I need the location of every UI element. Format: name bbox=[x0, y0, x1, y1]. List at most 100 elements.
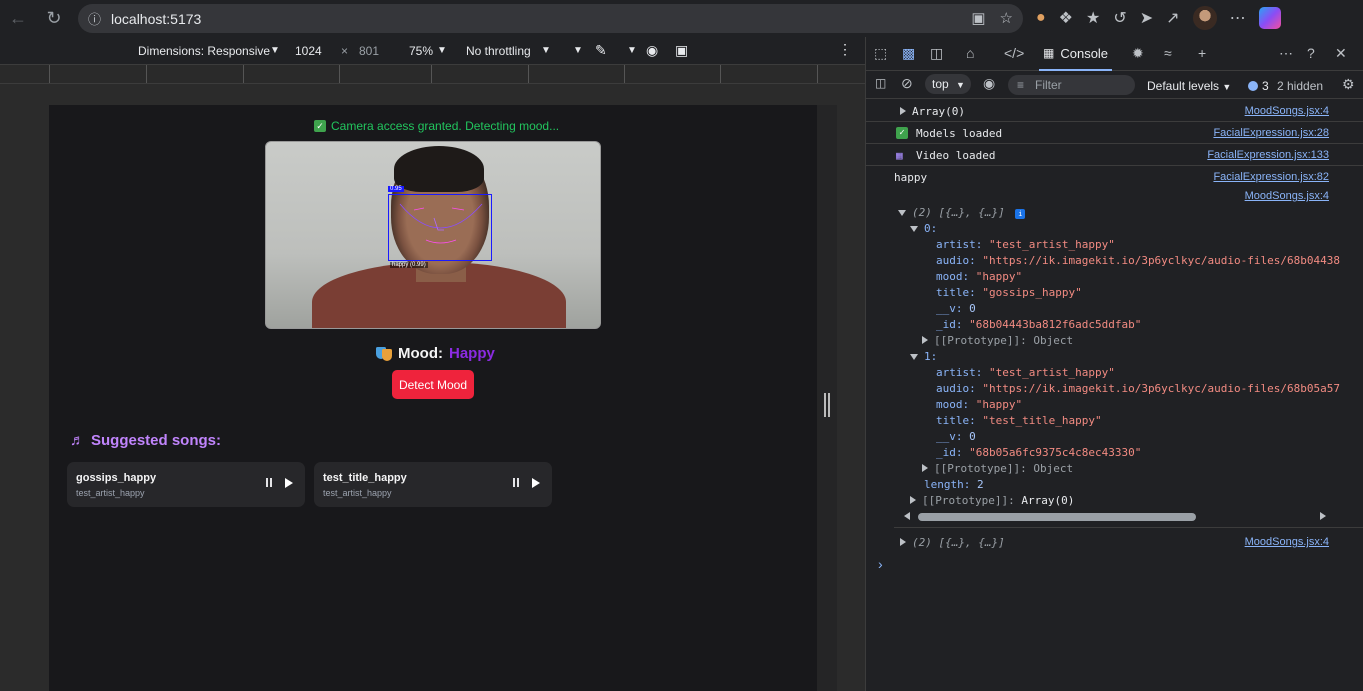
scrollbar-thumb[interactable] bbox=[918, 513, 1196, 521]
array-item-1[interactable]: 1: bbox=[910, 350, 937, 363]
console-message[interactable]: happy FacialExpression.jsx:82 bbox=[866, 166, 1363, 188]
favorites-icon[interactable]: ★ bbox=[1086, 8, 1100, 28]
log-source-link[interactable]: FacialExpression.jsx:82 bbox=[1213, 171, 1329, 183]
rotate-dropdown-icon[interactable]: ▼ bbox=[573, 45, 583, 56]
zoom-select[interactable]: 75% bbox=[409, 44, 433, 58]
prop-row: __v: 0 bbox=[936, 302, 976, 315]
width-input[interactable]: 1024 bbox=[295, 44, 322, 58]
back-icon[interactable]: ← bbox=[4, 4, 32, 32]
device-toggle-icon[interactable]: ▩ bbox=[902, 45, 915, 62]
expand-arrow-icon[interactable] bbox=[922, 336, 928, 344]
tab-console[interactable]: ▦ Console bbox=[1039, 37, 1113, 71]
sources-bug-icon[interactable]: ✹ bbox=[1132, 45, 1144, 62]
dock-icon[interactable]: ◫ bbox=[930, 45, 943, 62]
address-bar[interactable]: ⓘ localhost:5173 ▣ ☆ bbox=[78, 4, 1023, 33]
camera-status: ✓ Camera access granted. Detecting mood.… bbox=[314, 119, 559, 133]
zoom-dropdown-icon[interactable]: ▼ bbox=[437, 45, 447, 56]
console-message[interactable]: MoodSongs.jsx:4 bbox=[866, 188, 1363, 206]
pause-icon[interactable] bbox=[264, 478, 274, 489]
prototype-row[interactable]: [[Prototype]]: Array(0) bbox=[910, 494, 1074, 507]
issue-count: 3 bbox=[1262, 79, 1269, 93]
play-icon[interactable] bbox=[532, 478, 540, 488]
dimensions-select[interactable]: Dimensions: Responsive bbox=[138, 44, 270, 58]
array-item-0[interactable]: 0: bbox=[910, 222, 937, 235]
array-header[interactable]: (2) [{…}, {…}] i bbox=[898, 206, 1026, 219]
console-message[interactable]: (2) [{…}, {…}] MoodSongs.jsx:4 bbox=[866, 531, 1363, 553]
console-settings-gear-icon[interactable]: ⚙ bbox=[1342, 76, 1355, 93]
throttling-select[interactable]: No throttling bbox=[466, 44, 531, 58]
cookie-icon[interactable]: ● bbox=[1036, 9, 1046, 27]
live-expression-eye-icon[interactable]: ◉ bbox=[983, 75, 995, 92]
eyedropper-icon[interactable]: ✎ bbox=[595, 42, 607, 59]
log-source-link[interactable]: MoodSongs.jsx:4 bbox=[1245, 536, 1329, 548]
console-prompt-chevron-icon[interactable]: › bbox=[878, 556, 883, 572]
elements-tab-icon[interactable]: </> bbox=[1004, 45, 1024, 61]
sensor-dropdown-icon[interactable]: ▼ bbox=[627, 45, 637, 56]
suggested-songs-title: Suggested songs: bbox=[91, 432, 222, 449]
history-icon[interactable]: ↺ bbox=[1113, 8, 1126, 28]
avatar[interactable] bbox=[1192, 6, 1217, 30]
extensions-icon[interactable]: ❖ bbox=[1059, 8, 1073, 28]
sidebar-toggle-icon[interactable]: ◫ bbox=[875, 76, 886, 90]
expand-arrow-icon[interactable] bbox=[900, 538, 906, 546]
height-input[interactable]: 801 bbox=[359, 44, 379, 58]
log-source-link[interactable]: FacialExpression.jsx:133 bbox=[1207, 149, 1329, 161]
collapse-arrow-icon[interactable] bbox=[910, 226, 918, 232]
log-source-link[interactable]: MoodSongs.jsx:4 bbox=[1245, 190, 1329, 202]
context-value: top bbox=[932, 77, 949, 91]
prop-row: _id: "68b05a6fc9375c4c8ec43330" bbox=[936, 446, 1142, 459]
console-message[interactable]: Array(0) MoodSongs.jsx:4 bbox=[866, 100, 1363, 122]
resize-handle[interactable] bbox=[824, 393, 830, 417]
expand-arrow-icon[interactable] bbox=[922, 464, 928, 472]
filter-input[interactable]: ≡ Filter bbox=[1008, 75, 1135, 95]
scroll-left-icon[interactable] bbox=[904, 512, 910, 520]
share-icon[interactable]: ↗ bbox=[1166, 8, 1179, 28]
help-icon[interactable]: ? bbox=[1307, 45, 1315, 61]
send-icon[interactable]: ➤ bbox=[1140, 8, 1153, 28]
prop-row: mood: "happy" bbox=[936, 398, 1023, 411]
add-tab-icon[interactable]: + bbox=[1198, 45, 1206, 61]
issues-counter[interactable]: 3 bbox=[1248, 79, 1269, 93]
network-wifi-icon[interactable]: ≈ bbox=[1164, 45, 1172, 61]
device-more-icon[interactable]: ⋮ bbox=[838, 41, 852, 58]
devtools-more-icon[interactable]: ⋯ bbox=[1279, 45, 1293, 62]
devtools-tabbar: ⬚ ▩ ◫ ⌂ </> ▦ Console ✹ ≈ + ⋯ ? ✕ bbox=[866, 37, 1363, 71]
expand-arrow-icon[interactable] bbox=[900, 107, 906, 115]
scroll-right-icon[interactable] bbox=[1320, 512, 1326, 520]
reload-icon[interactable]: ↻ bbox=[40, 4, 68, 32]
collapse-arrow-icon[interactable] bbox=[910, 354, 918, 360]
site-info-icon[interactable]: ⓘ bbox=[88, 9, 101, 28]
context-select[interactable]: top ▼ bbox=[925, 74, 971, 94]
song-title: gossips_happy bbox=[76, 472, 157, 484]
prototype-row[interactable]: [[Prototype]]: Object bbox=[922, 462, 1073, 475]
log-source-link[interactable]: MoodSongs.jsx:4 bbox=[1245, 105, 1329, 117]
prop-row: title: "test_title_happy" bbox=[936, 414, 1102, 427]
media-query-ruler[interactable] bbox=[0, 64, 865, 84]
log-source-link[interactable]: FacialExpression.jsx:28 bbox=[1213, 127, 1329, 139]
play-icon[interactable] bbox=[285, 478, 293, 488]
copilot-icon[interactable] bbox=[1258, 7, 1281, 29]
close-icon[interactable]: ✕ bbox=[1335, 45, 1347, 62]
detect-mood-button[interactable]: Detect Mood bbox=[392, 370, 474, 399]
favorite-star-icon[interactable]: ☆ bbox=[1000, 9, 1013, 27]
mood-value: Happy bbox=[448, 345, 495, 362]
console-message[interactable]: ✓ Models loaded FacialExpression.jsx:28 bbox=[866, 122, 1363, 144]
prototype-row[interactable]: [[Prototype]]: Object bbox=[922, 334, 1073, 347]
vision-icon[interactable]: ◉ bbox=[646, 42, 658, 59]
inspect-icon[interactable]: ⬚ bbox=[874, 45, 887, 62]
log-levels-select[interactable]: Default levels ▼ bbox=[1147, 79, 1231, 93]
collapse-arrow-icon[interactable] bbox=[898, 210, 906, 216]
console-message[interactable]: ▦ Video loaded FacialExpression.jsx:133 bbox=[866, 144, 1363, 166]
more-icon[interactable]: ⋯ bbox=[1230, 8, 1246, 28]
capture-icon[interactable]: ▣ bbox=[675, 42, 688, 59]
camera-icon[interactable]: ▣ bbox=[971, 9, 985, 27]
pause-icon[interactable] bbox=[511, 478, 521, 489]
console-filterbar: ◫ ⊘ top ▼ ◉ ≡ Filter Default levels ▼ 3 … bbox=[866, 71, 1363, 99]
throttling-dropdown-icon[interactable]: ▼ bbox=[541, 45, 551, 56]
dimensions-dropdown-icon[interactable]: ▼ bbox=[270, 45, 280, 56]
horizontal-scrollbar[interactable] bbox=[904, 512, 1326, 522]
clear-console-icon[interactable]: ⊘ bbox=[901, 75, 913, 92]
filter-icon: ≡ bbox=[1017, 78, 1025, 92]
expand-arrow-icon[interactable] bbox=[910, 496, 916, 504]
welcome-home-icon[interactable]: ⌂ bbox=[966, 45, 974, 61]
